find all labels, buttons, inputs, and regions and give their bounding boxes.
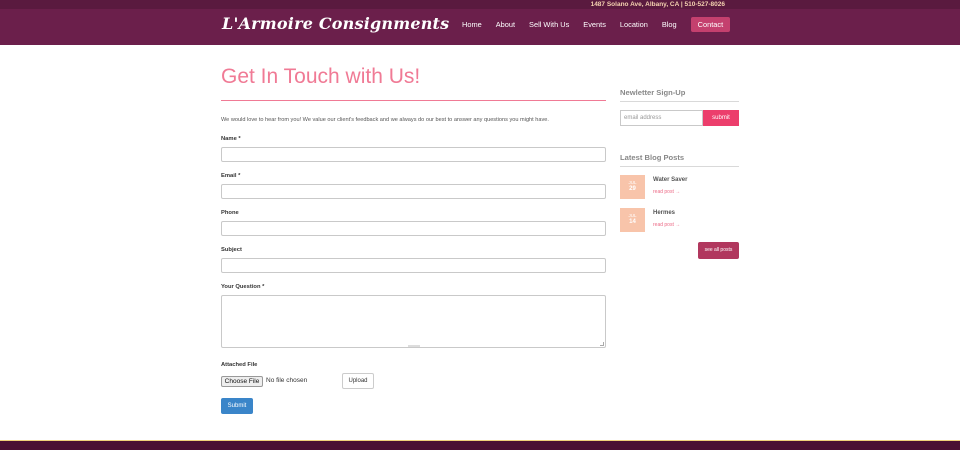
blog-heading: Latest Blog Posts	[620, 153, 685, 162]
question-textarea[interactable]	[221, 295, 606, 348]
site-footer	[0, 441, 960, 450]
page-title: Get In Touch with Us!	[221, 65, 421, 88]
address-phone: 1487 Solano Ave, Albany, CA | 510-527-80…	[590, 1, 725, 8]
site-logo[interactable]: L'Armoire Consignments	[222, 14, 449, 33]
post-date-badge: JUL 14	[620, 208, 645, 232]
title-divider	[221, 100, 606, 101]
file-status: No file chosen	[266, 377, 308, 384]
nav-contact[interactable]: Contact	[690, 17, 731, 32]
see-all-posts-button[interactable]: see all posts	[698, 242, 739, 259]
nav-events[interactable]: Events	[583, 17, 606, 32]
post-day: 29	[629, 186, 636, 192]
nav-sell-with-us[interactable]: Sell With Us	[529, 17, 569, 32]
name-field[interactable]	[221, 147, 606, 162]
site-header: L'Armoire Consignments Home About Sell W…	[0, 9, 960, 45]
post-title[interactable]: Water Saver	[653, 177, 687, 183]
email-field[interactable]	[221, 184, 606, 199]
question-label: Your Question *	[221, 284, 265, 290]
name-label: Name *	[221, 136, 241, 142]
resize-grip-icon[interactable]	[408, 345, 420, 347]
newsletter-submit-button[interactable]: submit	[703, 110, 739, 126]
read-post-link[interactable]: read post →	[653, 222, 680, 228]
resize-corner-icon[interactable]	[600, 342, 604, 346]
post-title[interactable]: Hermes	[653, 210, 675, 216]
nav-about[interactable]: About	[496, 17, 515, 32]
newsletter-heading: Newletter Sign-Up	[620, 88, 686, 97]
main-content: Get In Touch with Us! We would love to h…	[0, 45, 960, 440]
post-day: 14	[629, 219, 636, 225]
file-label: Attached File	[221, 362, 258, 368]
newsletter-divider	[620, 101, 739, 102]
upload-button[interactable]: Upload	[342, 373, 374, 389]
subject-field[interactable]	[221, 258, 606, 273]
nav-home[interactable]: Home	[462, 17, 482, 32]
subject-label: Subject	[221, 247, 242, 253]
submit-button[interactable]: Submit	[221, 398, 253, 414]
phone-label: Phone	[221, 210, 239, 216]
intro-text: We would love to hear from you! We value…	[221, 117, 549, 123]
choose-file-button[interactable]: Choose File	[221, 376, 263, 387]
post-date-badge: JUL 29	[620, 175, 645, 199]
email-label: Email *	[221, 173, 241, 179]
read-post-link[interactable]: read post →	[653, 189, 680, 195]
main-nav: Home About Sell With Us Events Location …	[462, 17, 731, 32]
nav-location[interactable]: Location	[620, 17, 648, 32]
blog-divider	[620, 166, 739, 167]
phone-field[interactable]	[221, 221, 606, 236]
newsletter-email-input[interactable]: email address	[620, 110, 703, 126]
nav-blog[interactable]: Blog	[662, 17, 677, 32]
top-info-bar: 1487 Solano Ave, Albany, CA | 510-527-80…	[0, 0, 960, 9]
